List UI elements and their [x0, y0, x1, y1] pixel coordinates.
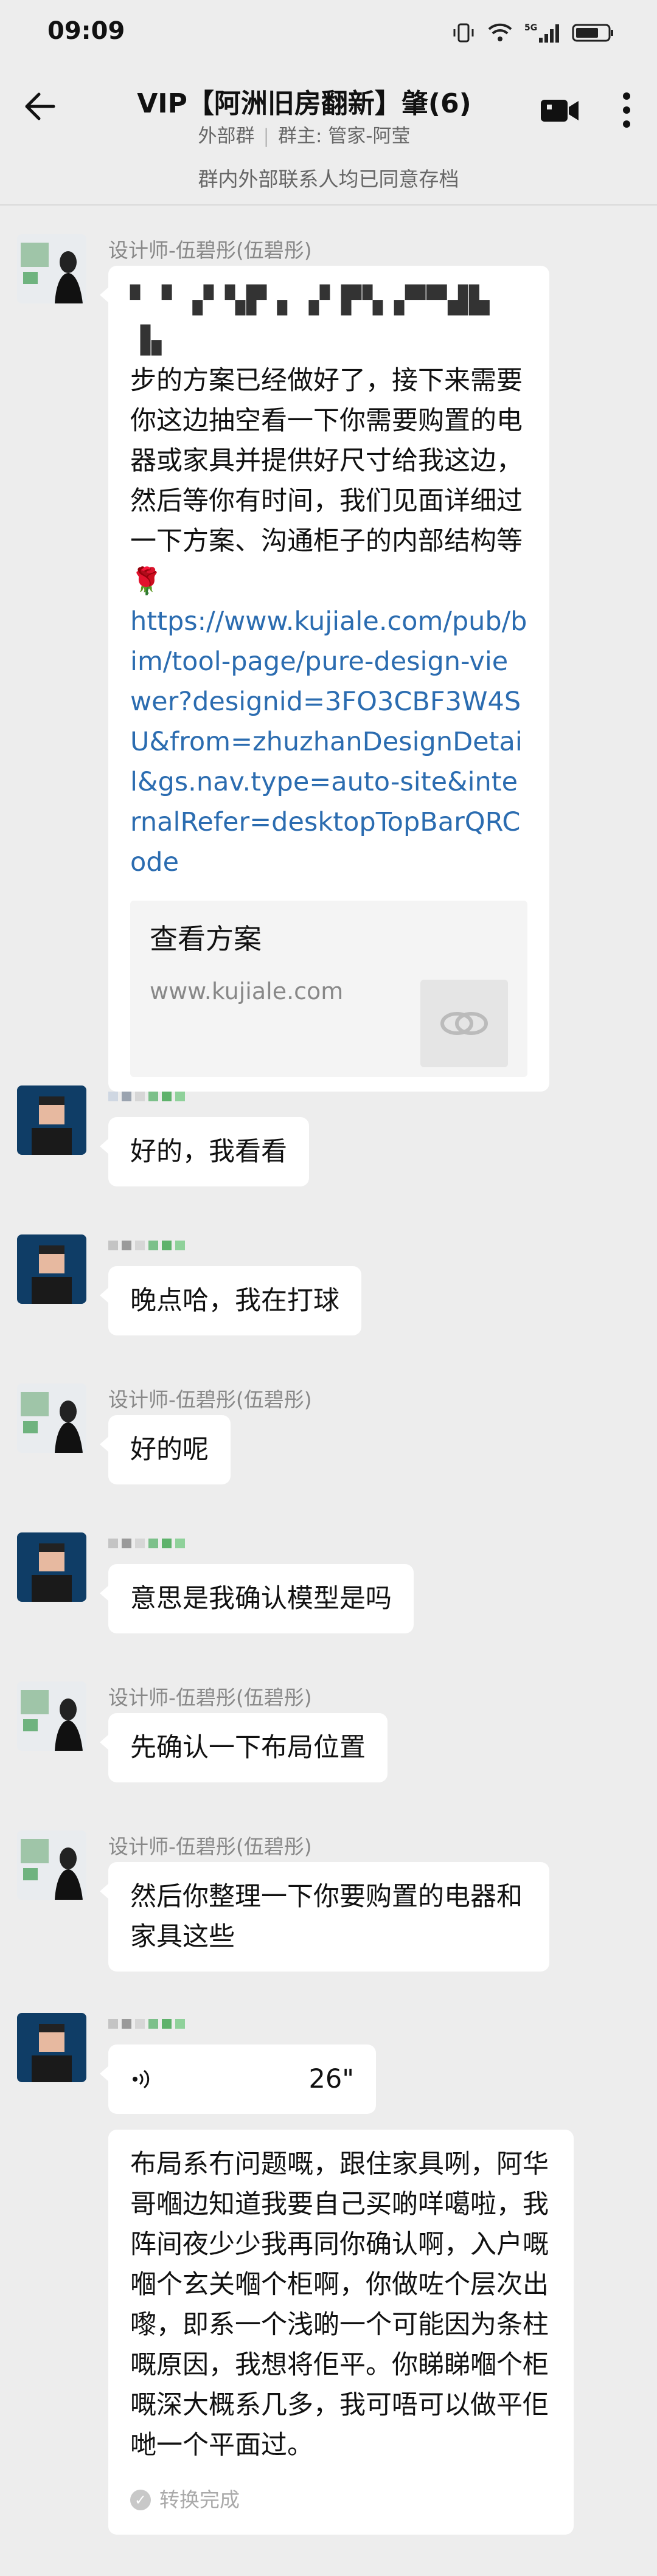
designer-avatar-image [17, 1681, 86, 1751]
masked-text: ▘▝ ▗▘▚▛ ▖▗▘▛▚▗▀▀▟▙ ▐▖ [130, 285, 491, 356]
card-url: www.kujiale.com [150, 978, 344, 1005]
status-bar: 09:09 5G [0, 0, 657, 67]
customer-avatar-image [17, 1532, 86, 1602]
sender-name: 设计师-伍碧彤(伍碧彤) [108, 1388, 312, 1411]
signal-icon: 5G [524, 23, 559, 43]
svg-text:5G: 5G [524, 23, 537, 33]
message-text: 然后你整理一下你要购置的电器和家具这些 [130, 1882, 523, 1952]
message-text: 晚点哈，我在打球 [130, 1286, 339, 1316]
sender-name: 设计师-伍碧彤(伍碧彤) [108, 1686, 312, 1709]
message-text: 好的，我看看 [130, 1137, 287, 1167]
designer-avatar-image [17, 1383, 86, 1453]
message-text: 意思是我确认模型是吗 [130, 1584, 392, 1614]
customer-avatar[interactable] [17, 1085, 86, 1155]
design-link[interactable]: https://www.kujiale.com/pub/bim/tool-pag… [130, 601, 527, 882]
customer-avatar[interactable] [17, 1234, 86, 1304]
link-icon [440, 1012, 488, 1035]
vibrate-icon [453, 23, 474, 43]
customer-avatar-image [17, 1234, 86, 1304]
message-bubble[interactable]: 先确认一下布局位置 [100, 1713, 388, 1782]
back-button[interactable] [18, 85, 61, 128]
voice-message-bubble[interactable]: 26" [100, 2045, 376, 2114]
message-text: 步的方案已经做好了，接下来需要你这边抽空看一下你需要购置的电器或家具并提供好尺寸… [130, 365, 523, 597]
video-call-button[interactable] [538, 92, 581, 129]
message-bubble[interactable]: 意思是我确认模型是吗 [100, 1564, 414, 1633]
message-bubble[interactable]: 好的，我看看 [100, 1117, 309, 1186]
group-owner: 群主: 管家-阿莹 [277, 125, 411, 147]
voice-wave-icon [133, 2069, 150, 2089]
message-bubble[interactable]: 然后你整理一下你要购置的电器和家具这些 [100, 1862, 549, 1972]
designer-avatar[interactable] [17, 1383, 86, 1453]
group-tag: 外部群 [198, 125, 255, 147]
customer-avatar[interactable] [17, 2013, 86, 2082]
transcript-bubble[interactable]: 布局系冇问题嘅，跟住家具咧，阿华哥嗰边知道我要自己买啲咩噶啦，我阵间夜少少我再同… [108, 2130, 574, 2535]
battery-icon [572, 24, 613, 42]
designer-avatar[interactable] [17, 1681, 86, 1751]
status-icons: 5G [451, 21, 614, 45]
link-thumbnail [420, 980, 508, 1067]
check-icon: ✓ [130, 2490, 151, 2510]
message-bubble[interactable]: ▘▝ ▗▘▚▛ ▖▗▘▛▚▗▀▀▟▙ ▐▖ 步的方案已经做好了，接下来需要你这边… [100, 266, 549, 1092]
designer-avatar-image [17, 234, 86, 303]
masked-sender-name [108, 1234, 185, 1256]
link-preview-card[interactable]: 查看方案 www.kujiale.com [130, 901, 527, 1077]
transcript-text: 布局系冇问题嘅，跟住家具咧，阿华哥嗰边知道我要自己买啲咩噶啦，我阵间夜少少我再同… [130, 2149, 549, 2460]
subtitle-divider: | [263, 125, 269, 147]
message-text: 先确认一下布局位置 [130, 1733, 366, 1763]
sender-name: 设计师-伍碧彤(伍碧彤) [108, 238, 312, 262]
customer-avatar[interactable] [17, 1532, 86, 1602]
card-title: 查看方案 [150, 923, 262, 955]
masked-sender-name [108, 1085, 185, 1107]
chat-header: VIP【阿洲旧房翻新】肇(6) 外部群 | 群主: 管家-阿莹 [0, 67, 657, 164]
designer-avatar[interactable] [17, 234, 86, 303]
status-time: 09:09 [47, 17, 125, 45]
message-bubble[interactable]: 晚点哈，我在打球 [100, 1266, 361, 1335]
designer-avatar-image [17, 1830, 86, 1900]
masked-sender-name [108, 2013, 185, 2035]
masked-sender-name [108, 1532, 185, 1554]
message-text: 好的呢 [130, 1435, 209, 1465]
chat-title: VIP【阿洲旧房翻新】肇(6) [137, 88, 471, 119]
wifi-icon [488, 23, 512, 41]
transcript-status-label: 转换完成 [159, 2488, 240, 2512]
transcript-status: ✓ 转换完成 [130, 2480, 552, 2520]
customer-avatar-image [17, 1085, 86, 1155]
chat-subtitle: 外部群 | 群主: 管家-阿莹 [91, 120, 517, 148]
message-bubble[interactable]: 好的呢 [100, 1415, 231, 1484]
more-vertical-icon [623, 92, 630, 128]
customer-avatar-image [17, 2013, 86, 2082]
designer-avatar[interactable] [17, 1830, 86, 1900]
video-camera-icon [541, 100, 579, 122]
archive-notice: 群内外部联系人均已同意存档 [198, 167, 459, 191]
notice-divider [0, 204, 657, 206]
more-options-button[interactable] [614, 89, 639, 131]
back-arrow-icon [25, 92, 55, 120]
voice-duration: 26" [308, 2064, 355, 2094]
voice-row: 26" [130, 2059, 354, 2099]
sender-name: 设计师-伍碧彤(伍碧彤) [108, 1835, 312, 1858]
